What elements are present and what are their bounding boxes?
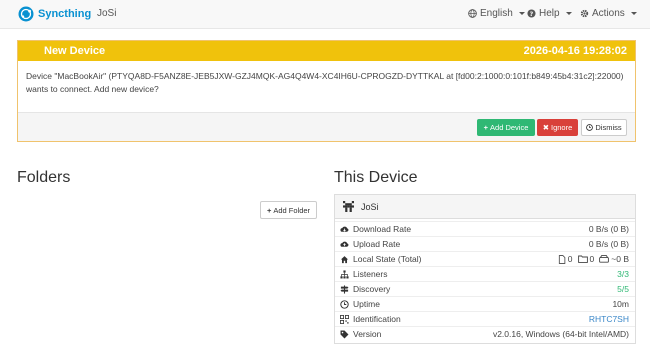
version-value: v2.0.16, Windows (64-bit Intel/AMD) bbox=[492, 329, 629, 339]
this-device-panel: JoSi Download Rate 0 B/s (0 B) Upload Ra… bbox=[334, 194, 636, 344]
local-state-row: Local State (Total) 0 0 ~0 B bbox=[335, 251, 635, 266]
question-circle-icon: ? bbox=[527, 9, 536, 18]
new-device-timestamp: 2026-04-16 19:28:02 bbox=[523, 45, 627, 57]
chevron-down-icon bbox=[565, 12, 572, 15]
upload-rate-value: 0 B/s (0 B) bbox=[588, 239, 629, 249]
download-rate-value: 0 B/s (0 B) bbox=[588, 224, 629, 234]
identification-row: Identification RHTC7SH bbox=[335, 311, 635, 326]
this-device-heading: This Device bbox=[334, 169, 418, 186]
chevron-down-icon bbox=[630, 12, 637, 15]
new-device-panel: New Device 2026-04-16 19:28:02 Device "M… bbox=[17, 40, 636, 142]
uptime-value: 10m bbox=[612, 299, 629, 309]
svg-text:?: ? bbox=[530, 11, 534, 18]
dismiss-label: Dismiss bbox=[595, 123, 622, 132]
add-folder-button[interactable]: + Add Folder bbox=[260, 201, 317, 219]
language-menu[interactable]: English bbox=[468, 8, 525, 19]
plus-icon: + bbox=[266, 205, 272, 215]
navbar-device-name: JoSi bbox=[97, 8, 117, 19]
syncthing-logo-icon bbox=[18, 6, 34, 22]
times-icon: ✖ bbox=[542, 123, 549, 132]
cloud-upload-icon bbox=[340, 241, 349, 247]
brand-name: Syncthing bbox=[38, 8, 92, 20]
version-row: Version v2.0.16, Windows (64-bit Intel/A… bbox=[335, 326, 635, 341]
local-state-value: 0 0 ~0 B bbox=[558, 254, 629, 264]
version-label: Version bbox=[353, 329, 382, 339]
language-label: English bbox=[480, 8, 513, 19]
signpost-icon bbox=[340, 285, 349, 294]
new-device-title: New Device bbox=[44, 45, 106, 57]
uptime-row: Uptime 10m bbox=[335, 296, 635, 311]
chevron-down-icon bbox=[518, 12, 525, 15]
help-label: Help bbox=[539, 8, 560, 19]
clock-icon bbox=[340, 300, 349, 309]
brand-logo[interactable]: Syncthing bbox=[18, 5, 91, 23]
hdd-icon bbox=[599, 255, 610, 263]
local-state-files: 0 bbox=[567, 254, 573, 264]
add-folder-label: Add Folder bbox=[273, 205, 311, 215]
add-device-button[interactable]: + Add Device bbox=[477, 119, 535, 136]
cloud-download-icon bbox=[340, 226, 349, 232]
listeners-row: Listeners 3/3 bbox=[335, 266, 635, 281]
identification-label: Identification bbox=[353, 314, 401, 324]
discovery-label: Discovery bbox=[353, 284, 391, 294]
gear-icon bbox=[580, 9, 589, 18]
listeners-label: Listeners bbox=[353, 269, 388, 279]
new-device-footer: + Add Device ✖ Ignore Dismiss bbox=[18, 112, 635, 141]
upload-rate-row: Upload Rate 0 B/s (0 B) bbox=[335, 236, 635, 251]
discovery-value[interactable]: 5/5 bbox=[617, 284, 629, 294]
actions-menu[interactable]: Actions bbox=[580, 8, 637, 19]
plus-icon: + bbox=[483, 123, 489, 132]
upload-rate-label: Upload Rate bbox=[353, 239, 401, 249]
new-device-message: Device "MacBookAir" (PTYQA8D-F5ANZ8E-JEB… bbox=[26, 71, 624, 94]
download-rate-row: Download Rate 0 B/s (0 B) bbox=[335, 221, 635, 236]
dismiss-button[interactable]: Dismiss bbox=[581, 119, 627, 136]
new-device-heading: New Device 2026-04-16 19:28:02 bbox=[18, 41, 635, 61]
ignore-button[interactable]: ✖ Ignore bbox=[537, 119, 578, 136]
discovery-row: Discovery 5/5 bbox=[335, 281, 635, 296]
folders-heading: Folders bbox=[17, 169, 71, 186]
device-identicon-icon bbox=[343, 201, 354, 212]
this-device-name: JoSi bbox=[361, 202, 379, 212]
listeners-value[interactable]: 3/3 bbox=[617, 269, 629, 279]
navbar: Syncthing JoSi English ? Help Actions bbox=[0, 0, 650, 29]
local-state-label: Local State (Total) bbox=[353, 254, 422, 264]
folder-icon bbox=[577, 255, 588, 263]
add-device-label: Add Device bbox=[490, 123, 529, 132]
download-rate-label: Download Rate bbox=[353, 224, 412, 234]
sitemap-icon bbox=[340, 270, 349, 279]
home-icon bbox=[340, 256, 349, 264]
clock-icon bbox=[586, 124, 594, 131]
help-menu[interactable]: ? Help bbox=[527, 8, 572, 19]
identification-value[interactable]: RHTC7SH bbox=[589, 314, 629, 324]
actions-label: Actions bbox=[592, 8, 625, 19]
this-device-header[interactable]: JoSi bbox=[335, 195, 635, 219]
uptime-label: Uptime bbox=[353, 299, 380, 309]
qrcode-icon bbox=[340, 315, 349, 324]
ignore-label: Ignore bbox=[551, 123, 573, 132]
local-state-size: ~0 B bbox=[611, 254, 629, 264]
globe-icon bbox=[468, 9, 477, 18]
local-state-dirs: 0 bbox=[589, 254, 595, 264]
file-icon bbox=[558, 254, 566, 264]
tag-icon bbox=[340, 330, 349, 339]
